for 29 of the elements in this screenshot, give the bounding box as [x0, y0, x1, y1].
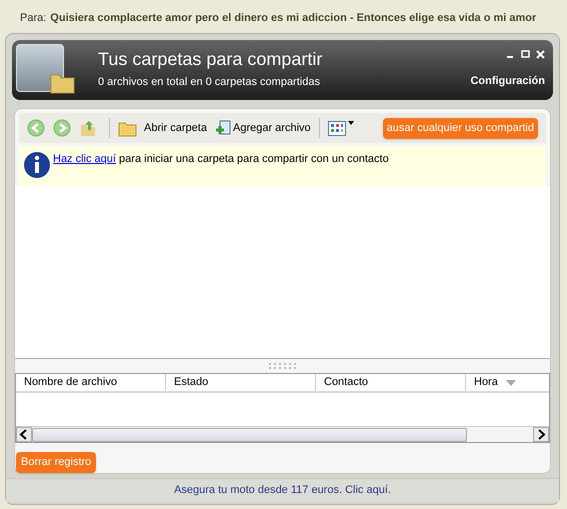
column-header[interactable]: Contacto — [316, 374, 466, 391]
open-folder-button[interactable]: Abrir carpeta — [118, 120, 207, 136]
grid-view-icon — [328, 120, 346, 136]
horizontal-scrollbar[interactable] — [16, 426, 549, 442]
info-message: Haz clic aquí para iniciar una carpeta para compartir con un contacto — [53, 152, 389, 167]
settings-link[interactable]: Configuración — [470, 73, 545, 90]
scroll-right-icon[interactable] — [533, 427, 549, 442]
add-file-icon — [214, 120, 231, 136]
info-icon — [23, 151, 51, 179]
window-title: Tus carpetas para compartir — [98, 50, 322, 68]
scroll-thumb[interactable] — [32, 428, 467, 442]
folder-icon — [118, 120, 138, 136]
sort-arrow-icon — [506, 380, 516, 386]
caret-icon — [348, 120, 354, 124]
ad-link[interactable]: Asegura tu moto desde 117 euros. Clic aquí. — [174, 482, 391, 499]
window-subtitle: 0 archivos en total en 0 carpetas compartidas — [98, 74, 321, 90]
photo-placeholder — [16, 44, 64, 92]
column-header[interactable]: Estado — [166, 374, 316, 391]
maximize-icon[interactable] — [521, 50, 530, 60]
click-here-link[interactable]: Haz clic aquí — [53, 153, 116, 165]
scroll-left-icon[interactable] — [16, 427, 32, 442]
view-menu-button[interactable] — [328, 120, 354, 136]
close-icon[interactable] — [536, 50, 545, 60]
message-subject: Quisiera complacerte amor pero el dinero es mi adiccion - Entonces elige esa vida o mi amor — [50, 11, 536, 26]
column-header[interactable]: Nombre de archivo — [16, 374, 166, 391]
splitter-grip-icon[interactable] — [268, 363, 296, 369]
add-file-button[interactable]: Agregar archivo — [214, 120, 311, 136]
column-header[interactable]: Hora — [466, 374, 549, 391]
recipient-label: Para: — [20, 11, 46, 26]
